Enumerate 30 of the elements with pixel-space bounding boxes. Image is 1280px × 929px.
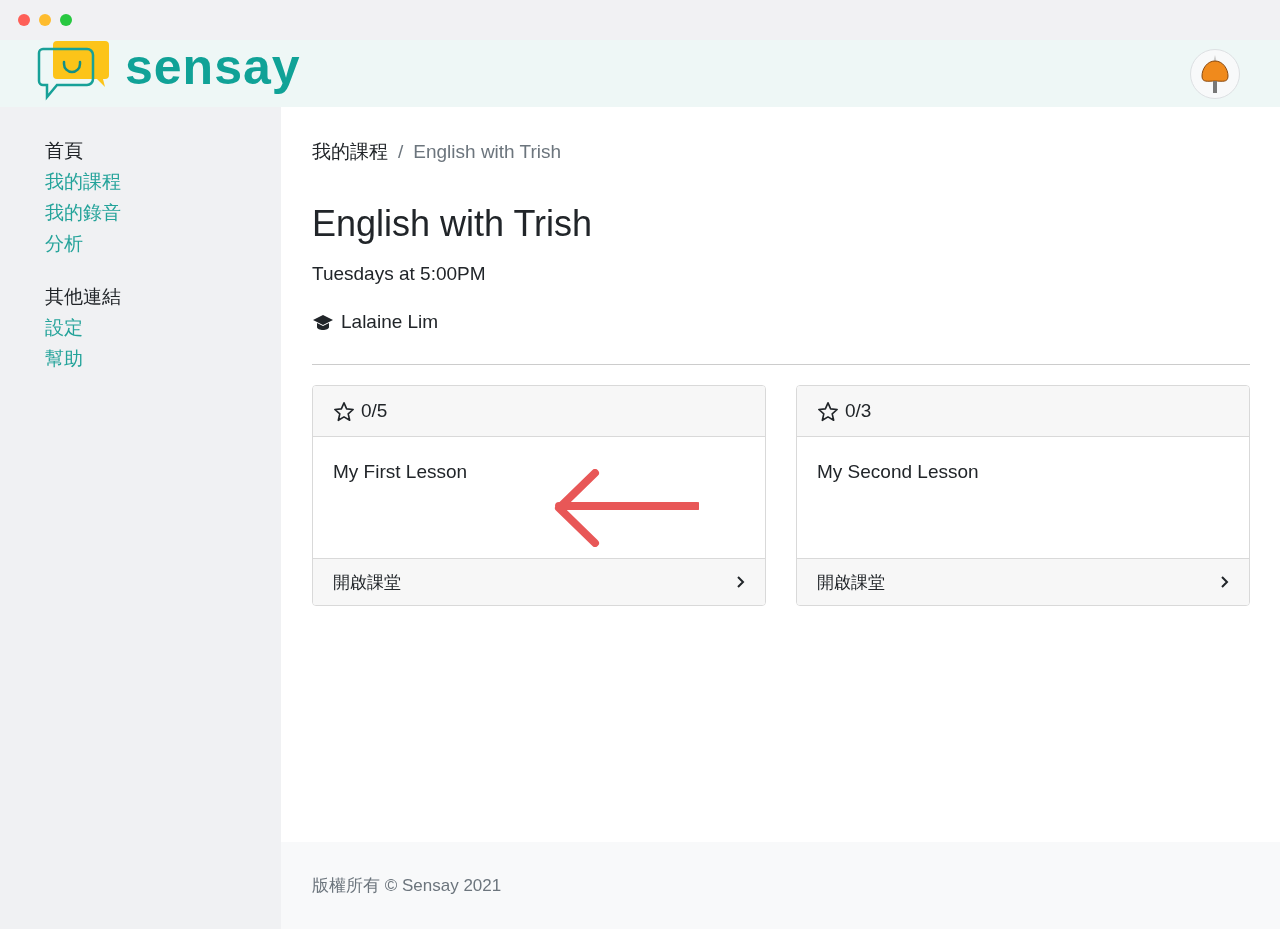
breadcrumb-separator: /: [398, 141, 404, 163]
lesson-title: My Second Lesson: [817, 461, 979, 482]
sidebar-heading: 首頁: [45, 139, 83, 163]
course-schedule: Tuesdays at 5:00PM: [312, 263, 487, 285]
breadcrumb-link[interactable]: 我的課程: [312, 139, 388, 165]
sidebar-link[interactable]: 幫助: [45, 343, 83, 374]
star-icon: [333, 400, 355, 422]
breadcrumb-current: English with Trish: [413, 141, 562, 163]
sidebar-link[interactable]: 我的課程: [45, 166, 121, 197]
sidebar-link[interactable]: 設定: [45, 312, 83, 343]
lesson-title: My First Lesson: [333, 461, 468, 482]
chevron-right-icon: [1220, 575, 1229, 589]
minimize-window-button[interactable]: [39, 14, 51, 26]
star-icon: [817, 400, 839, 422]
course-title: English with Trish: [312, 203, 594, 245]
user-avatar[interactable]: [1190, 48, 1240, 99]
open-lesson-link[interactable]: 開啟課堂: [797, 558, 1249, 605]
graduation-cap-icon: [312, 313, 334, 331]
star-count: 0/3: [845, 400, 872, 422]
chevron-right-icon: [736, 575, 745, 589]
sidebar-link[interactable]: 我的錄音: [45, 197, 121, 228]
brand-name[interactable]: sensay: [125, 41, 301, 92]
open-lesson-link[interactable]: 開啟課堂: [313, 558, 765, 605]
sidebar-heading: 其他連結: [45, 285, 121, 309]
copyright-text: 版權所有 © Sensay 2021: [312, 875, 502, 897]
teacher-name: Lalaine Lim: [341, 311, 439, 333]
sidebar-link[interactable]: 分析: [45, 228, 83, 259]
zoom-window-button[interactable]: [60, 14, 72, 26]
star-count: 0/5: [361, 400, 388, 422]
close-window-button[interactable]: [18, 14, 30, 26]
